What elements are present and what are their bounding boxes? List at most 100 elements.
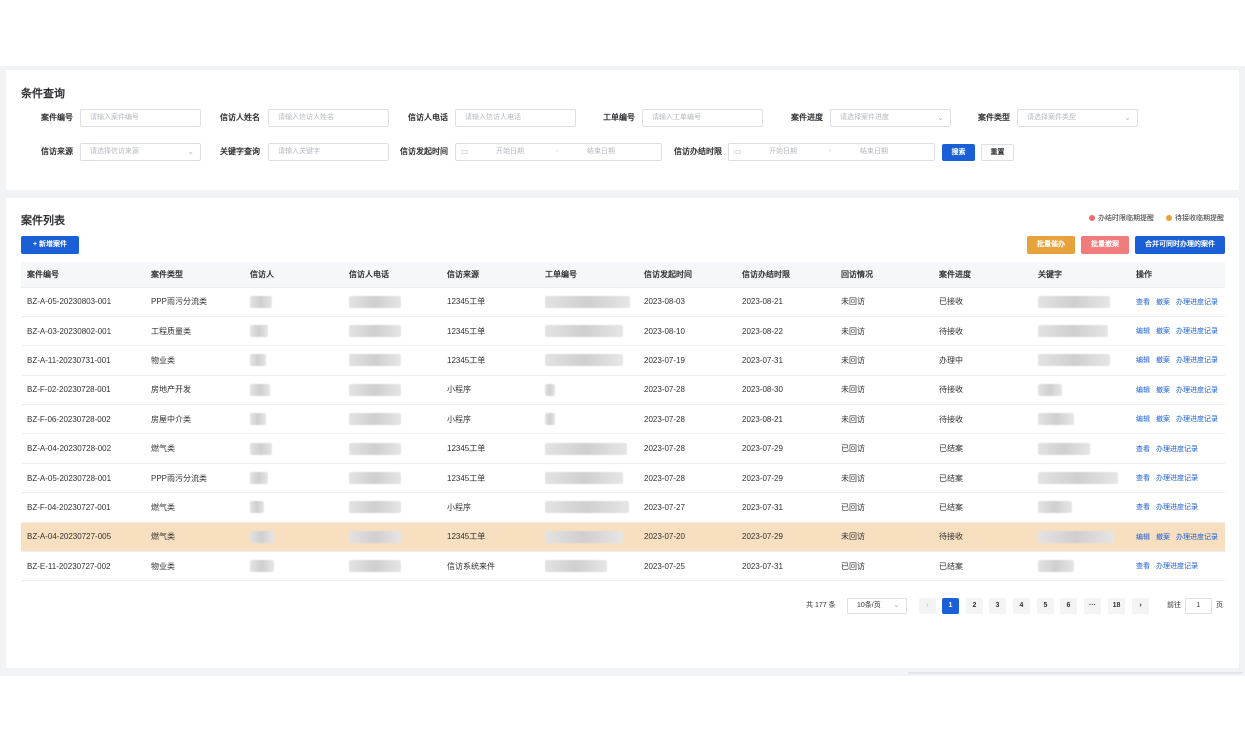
action-link[interactable]: 查看 [1136,475,1150,482]
action-link[interactable]: 查看 [1136,299,1150,306]
table-row[interactable]: BZ-A-03-20230802-001 工程质量类 12345工单 2023-08-… [21,316,1225,347]
cell-progress: 已接收 [933,287,1032,317]
batch-urge-button[interactable]: 批量催办 [1027,236,1075,254]
petition-source-select[interactable]: 请选择信访来源 ⌄ [80,143,201,161]
action-link[interactable]: 撤案 [1156,299,1170,306]
add-case-button[interactable]: + 新增案件 [21,236,79,254]
cell-petitioner [244,316,343,347]
case-id-input[interactable]: 请输入案件编号 [80,109,201,127]
chevron-down-icon: ⌄ [937,113,944,122]
page-button[interactable]: 2 [966,598,983,614]
case-progress-select[interactable]: 请选择案件进度 ⌄ [830,109,951,127]
cell-deadline: 2023-08-30 [736,375,835,406]
action-link[interactable]: 办理进度记录 [1156,446,1198,453]
action-link[interactable]: 办理进度记录 [1156,475,1198,482]
page-ellipsis[interactable]: ··· [1084,598,1101,614]
batch-withdraw-button[interactable]: 批量撤案 [1081,236,1129,254]
goto-label: 前往 [1167,602,1181,609]
action-link[interactable]: 查看 [1136,446,1150,453]
cell-case-id: BZ-A-04-20230727-005 [21,522,145,553]
page-button[interactable]: 6 [1060,598,1077,614]
ticket-id-input[interactable]: 请输入工单编号 [642,109,763,127]
cell-source: 12345工单 [441,316,539,347]
cell-actions: 查看 办理进度记录 [1130,433,1225,464]
table-row[interactable]: BZ-A-05-20230728-001 PPP雨污分流类 12345工单 2023-… [21,463,1225,494]
action-link[interactable]: 撤案 [1156,357,1170,364]
table-row[interactable]: BZ-A-05-20230803-001 PPP雨污分流类 12345工单 2023-… [21,287,1225,317]
action-link[interactable]: 编辑 [1136,387,1150,394]
table-row[interactable]: BZ-F-02-20230728-001 房地产开发 小程序 2023-07-28 20… [21,375,1225,406]
cell-phone [343,522,441,553]
action-link[interactable]: 办理进度记录 [1176,534,1218,541]
cell-start-time: 2023-07-25 [638,551,736,582]
start-time-range[interactable]: ▭ 开始日期 - 结束日期 [455,143,662,161]
cell-actions: 编辑 撤案 办理进度记录 [1130,316,1225,347]
cell-start-time: 2023-07-19 [638,345,736,376]
case-progress-label: 案件进度 [791,113,823,122]
next-page-button[interactable]: › [1132,598,1149,614]
merge-cases-button[interactable]: 合并可同时办理的案件 [1135,236,1225,254]
cell-case-type: 房地产开发 [145,375,244,406]
search-button[interactable]: 搜索 [942,144,975,161]
table-row[interactable]: BZ-F-06-20230728-002 房屋中介类 小程序 2023-07-28 20… [21,404,1225,435]
petitioner-phone-input[interactable]: 请输入信访人电话 [455,109,576,127]
petitioner-name-input[interactable]: 请输入信访人姓名 [268,109,389,127]
action-link[interactable]: 办理进度记录 [1176,387,1218,394]
page-size-value: 10条/页 [857,602,881,609]
page-button[interactable]: 5 [1037,598,1054,614]
cell-case-type: 燃气类 [145,433,244,464]
petition-source-placeholder: 请选择信访来源 [90,148,139,155]
cell-phone [343,375,441,406]
cell-source: 12345工单 [441,345,539,376]
reset-button[interactable]: 重置 [981,144,1014,161]
scrollbar-track[interactable] [908,672,1243,674]
page-button[interactable]: 3 [989,598,1006,614]
action-link[interactable]: 撤案 [1156,387,1170,394]
action-link[interactable]: 办理进度记录 [1156,563,1198,570]
action-link[interactable]: 撤案 [1156,328,1170,335]
cell-keyword [1032,492,1130,523]
table-row[interactable]: BZ-A-04-20230727-005 燃气类 12345工单 2023-07-20… [21,522,1225,553]
action-link[interactable]: 办理进度记录 [1176,299,1218,306]
redacted-value [545,560,607,573]
action-link[interactable]: 办理进度记录 [1156,504,1198,511]
cell-keyword [1032,316,1130,347]
action-link[interactable]: 办理进度记录 [1176,328,1218,335]
table-row[interactable]: BZ-A-04-20230728-002 燃气类 12345工单 2023-07-28… [21,433,1225,464]
action-link[interactable]: 查看 [1136,563,1150,570]
cell-phone [343,316,441,347]
cell-deadline: 2023-08-21 [736,287,835,317]
action-link[interactable]: 办理进度记录 [1176,416,1218,423]
action-link[interactable]: 编辑 [1136,534,1150,541]
redacted-value [250,354,266,367]
cell-case-type: 房屋中介类 [145,404,244,435]
table-row[interactable]: BZ-F-04-20230727-001 燃气类 小程序 2023-07-27 2023… [21,492,1225,523]
action-link[interactable]: 撤案 [1156,534,1170,541]
deadline-range[interactable]: ▭ 开始日期 - 结束日期 [728,143,935,161]
page-button[interactable]: 1 [942,598,959,614]
redacted-value [349,354,401,367]
keyword-input[interactable]: 请输入关键字 [268,143,389,161]
cell-progress: 待接收 [933,404,1032,435]
action-link[interactable]: 编辑 [1136,357,1150,364]
action-link[interactable]: 编辑 [1136,416,1150,423]
page-size-select[interactable]: 10条/页 ⌄ [847,598,907,614]
cell-deadline: 2023-07-31 [736,345,835,376]
table-row[interactable]: BZ-E-11-20230727-002 物业类 信访系统来件 2023-07-25 2… [21,551,1225,582]
redacted-value [349,472,401,485]
cell-phone [343,463,441,494]
case-type-select[interactable]: 请选择案件类型 ⌄ [1017,109,1138,127]
action-link[interactable]: 编辑 [1136,328,1150,335]
cell-ticket-id [539,404,638,435]
cell-actions: 编辑 撤案 办理进度记录 [1130,375,1225,406]
action-link[interactable]: 撤案 [1156,416,1170,423]
prev-page-button[interactable]: ‹ [919,598,936,614]
table-row[interactable]: BZ-A-11-20230731-001 物业类 12345工单 2023-07-19… [21,345,1225,376]
page-button[interactable]: 4 [1013,598,1030,614]
action-link[interactable]: 办理进度记录 [1176,357,1218,364]
action-link[interactable]: 查看 [1136,504,1150,511]
page-button[interactable]: 18 [1108,598,1125,614]
orange-dot-icon [1166,215,1172,222]
redacted-value [349,560,401,573]
goto-page-input[interactable]: 1 [1185,598,1212,614]
